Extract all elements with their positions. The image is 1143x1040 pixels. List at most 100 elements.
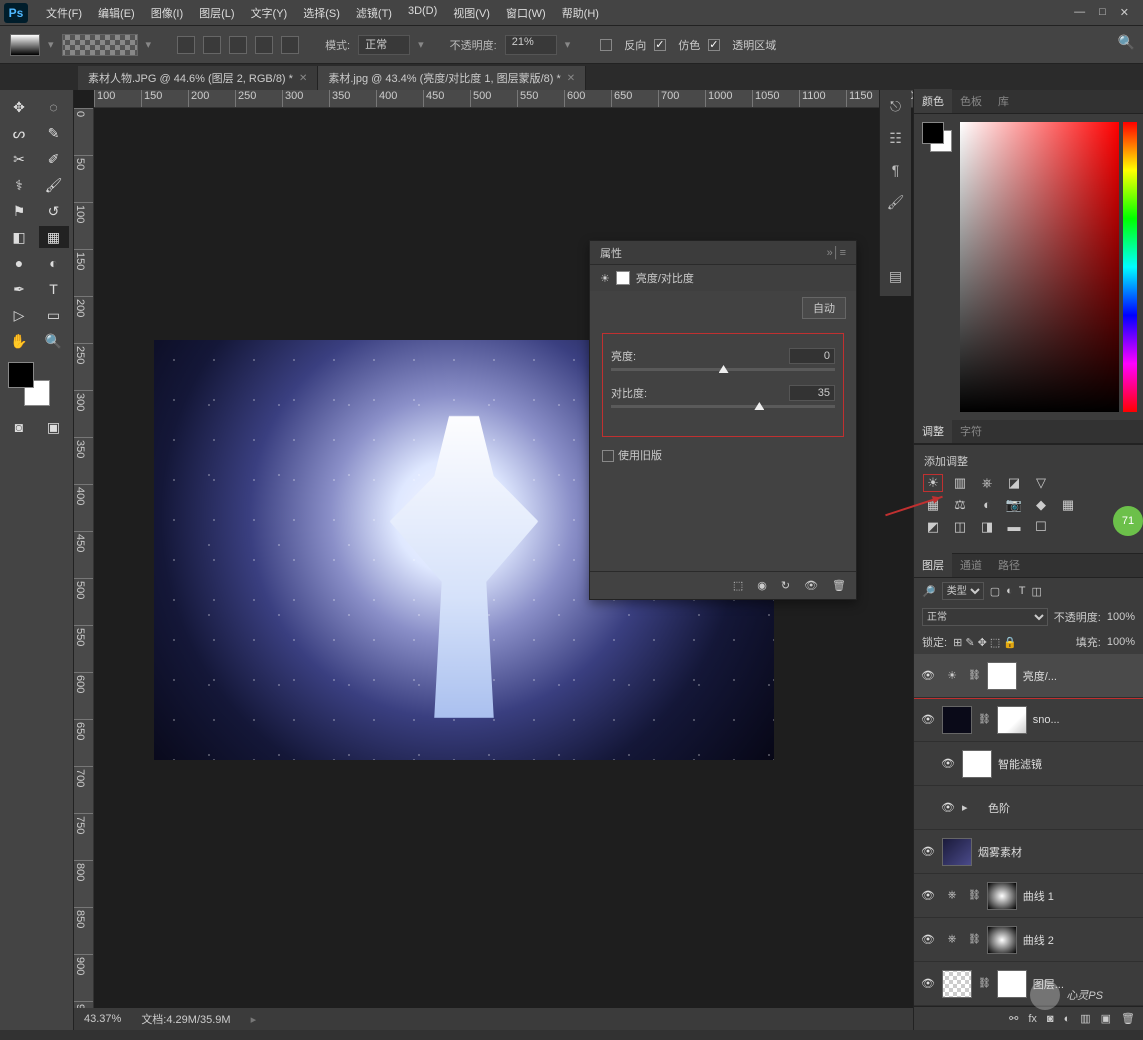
- move-tool-icon[interactable]: ✥: [4, 96, 34, 118]
- layer-row[interactable]: 👁⎈⛓曲线 2: [914, 918, 1143, 962]
- dodge-tool-icon[interactable]: ◐: [39, 252, 69, 274]
- visibility-icon[interactable]: 👁: [920, 713, 936, 726]
- levels-icon[interactable]: ▥: [951, 475, 969, 491]
- window-controls[interactable]: —□✕: [1074, 6, 1139, 19]
- canvas[interactable]: 1001502002503003504004505005506006507001…: [74, 90, 913, 1030]
- exposure-icon[interactable]: ◪: [1005, 475, 1023, 491]
- clone-stamp-icon[interactable]: ⚑: [4, 200, 34, 222]
- menu-item[interactable]: 3D(D): [400, 5, 445, 21]
- zoom-level[interactable]: 43.37%: [84, 1013, 121, 1025]
- radial-gradient-icon[interactable]: [203, 36, 221, 54]
- path-select-icon[interactable]: ▷: [4, 304, 34, 326]
- layers-footer[interactable]: ⚯fx◙◐▥▣🗑: [914, 1006, 1143, 1030]
- channel-mixer-icon[interactable]: ◆: [1032, 497, 1050, 513]
- curves-icon[interactable]: ⎈: [978, 475, 996, 491]
- gradient-tool-swatch[interactable]: [10, 34, 40, 56]
- transparency-checkbox[interactable]: [708, 39, 720, 51]
- color-lookup-icon[interactable]: ▦: [1059, 497, 1077, 513]
- selective-color-icon[interactable]: ☐: [1032, 519, 1050, 535]
- color-panel[interactable]: [914, 114, 1143, 420]
- layer-row[interactable]: 👁⎈⛓曲线 1: [914, 874, 1143, 918]
- layer-row[interactable]: 👁☀⛓亮度/...: [914, 654, 1143, 698]
- reset-icon[interactable]: ↻: [781, 579, 790, 592]
- brightness-slider[interactable]: [611, 368, 835, 371]
- dither-checkbox[interactable]: [654, 39, 666, 51]
- adjustments-tabs[interactable]: 调整字符: [914, 420, 1143, 444]
- document-tab[interactable]: 素材.jpg @ 43.4% (亮度/对比度 1, 图层蒙版/8) *✕: [318, 66, 586, 90]
- crop-tool-icon[interactable]: ✂: [4, 148, 34, 170]
- menu-item[interactable]: 窗口(W): [498, 5, 554, 21]
- brightness-value[interactable]: 0: [789, 348, 835, 364]
- color-picker[interactable]: [960, 122, 1119, 412]
- photo-filter-icon[interactable]: 📷: [1005, 497, 1023, 513]
- hand-tool-icon[interactable]: ✋: [4, 330, 34, 352]
- screen-mode-icon[interactable]: ▣: [39, 416, 69, 438]
- visibility-icon[interactable]: 👁: [920, 933, 936, 946]
- brightness-contrast-icon[interactable]: ☀: [924, 475, 942, 491]
- threshold-icon[interactable]: ◨: [978, 519, 996, 535]
- angle-gradient-icon[interactable]: [229, 36, 247, 54]
- linear-gradient-icon[interactable]: [177, 36, 195, 54]
- menu-item[interactable]: 图层(L): [191, 5, 242, 21]
- layer-row[interactable]: 👁智能滤镜: [914, 742, 1143, 786]
- layer-row[interactable]: 👁⛓图层...: [914, 962, 1143, 1006]
- view-previous-icon[interactable]: ◉: [757, 579, 767, 592]
- marquee-tool-icon[interactable]: ◌: [39, 96, 69, 118]
- visibility-icon[interactable]: 👁: [804, 579, 818, 592]
- visibility-icon[interactable]: 👁: [920, 845, 936, 858]
- menu-item[interactable]: 选择(S): [295, 5, 348, 21]
- filter-type-select[interactable]: 类型: [942, 582, 984, 600]
- delete-icon[interactable]: 🗑: [832, 579, 846, 592]
- gradient-map-icon[interactable]: ▬: [1005, 519, 1023, 535]
- color-balance-icon[interactable]: ⚖: [951, 497, 969, 513]
- menu-item[interactable]: 文字(Y): [243, 5, 296, 21]
- layers-tabs[interactable]: 图层通道路径: [914, 554, 1143, 578]
- blur-tool-icon[interactable]: ●: [4, 252, 34, 274]
- diamond-gradient-icon[interactable]: [281, 36, 299, 54]
- reflected-gradient-icon[interactable]: [255, 36, 273, 54]
- legacy-checkbox[interactable]: [602, 450, 614, 462]
- layer-row[interactable]: 👁⛓sno...: [914, 698, 1143, 742]
- filter-pixel-icon[interactable]: ▢: [990, 585, 1000, 598]
- quick-select-icon[interactable]: ✎: [39, 122, 69, 144]
- close-icon[interactable]: ✕: [567, 73, 575, 84]
- menu-item[interactable]: 编辑(E): [90, 5, 143, 21]
- brush-tool-icon[interactable]: 🖌: [39, 174, 69, 196]
- menu-item[interactable]: 滤镜(T): [348, 5, 400, 21]
- history-brush-icon[interactable]: ↺: [39, 200, 69, 222]
- filter-type-icon[interactable]: T: [1019, 585, 1026, 597]
- vibrance-icon[interactable]: ▽: [1032, 475, 1050, 491]
- healing-brush-icon[interactable]: ⚕: [4, 174, 34, 196]
- gradient-preset[interactable]: [62, 34, 138, 56]
- eraser-tool-icon[interactable]: ◧: [4, 226, 34, 248]
- bw-icon[interactable]: ◐: [978, 497, 996, 513]
- layer-row[interactable]: 👁烟雾素材: [914, 830, 1143, 874]
- quick-mask-icon[interactable]: ◙: [4, 416, 34, 438]
- visibility-icon[interactable]: 👁: [940, 801, 956, 814]
- color-panel-tabs[interactable]: 颜色色板库: [914, 90, 1143, 114]
- blend-mode-select[interactable]: 正常: [922, 608, 1048, 626]
- menu-item[interactable]: 文件(F): [38, 5, 90, 21]
- collapsed-panels[interactable]: ⎋☷¶🖌▤: [879, 90, 911, 296]
- menu-item[interactable]: 帮助(H): [554, 5, 607, 21]
- posterize-icon[interactable]: ◫: [951, 519, 969, 535]
- gradient-tool-icon[interactable]: ▦: [39, 226, 69, 248]
- lasso-tool-icon[interactable]: ᔕ: [4, 122, 34, 144]
- hue-slider[interactable]: [1123, 122, 1137, 412]
- color-swatches[interactable]: [8, 362, 58, 406]
- zoom-tool-icon[interactable]: 🔍: [39, 330, 69, 352]
- menu-item[interactable]: 图像(I): [143, 5, 191, 21]
- visibility-icon[interactable]: 👁: [940, 757, 956, 770]
- document-tab[interactable]: 素材人物.JPG @ 44.6% (图层 2, RGB/8) *✕: [78, 66, 318, 90]
- type-tool-icon[interactable]: T: [39, 278, 69, 300]
- blend-mode-select[interactable]: 正常: [358, 35, 410, 55]
- close-icon[interactable]: ✕: [299, 73, 307, 84]
- visibility-icon[interactable]: 👁: [920, 977, 936, 990]
- pen-tool-icon[interactable]: ✒: [4, 278, 34, 300]
- reverse-checkbox[interactable]: [600, 39, 612, 51]
- filter-adj-icon[interactable]: ◐: [1006, 585, 1013, 597]
- shape-tool-icon[interactable]: ▭: [39, 304, 69, 326]
- contrast-slider[interactable]: [611, 405, 835, 408]
- eyedropper-icon[interactable]: ✐: [39, 148, 69, 170]
- auto-button[interactable]: 自动: [802, 297, 846, 319]
